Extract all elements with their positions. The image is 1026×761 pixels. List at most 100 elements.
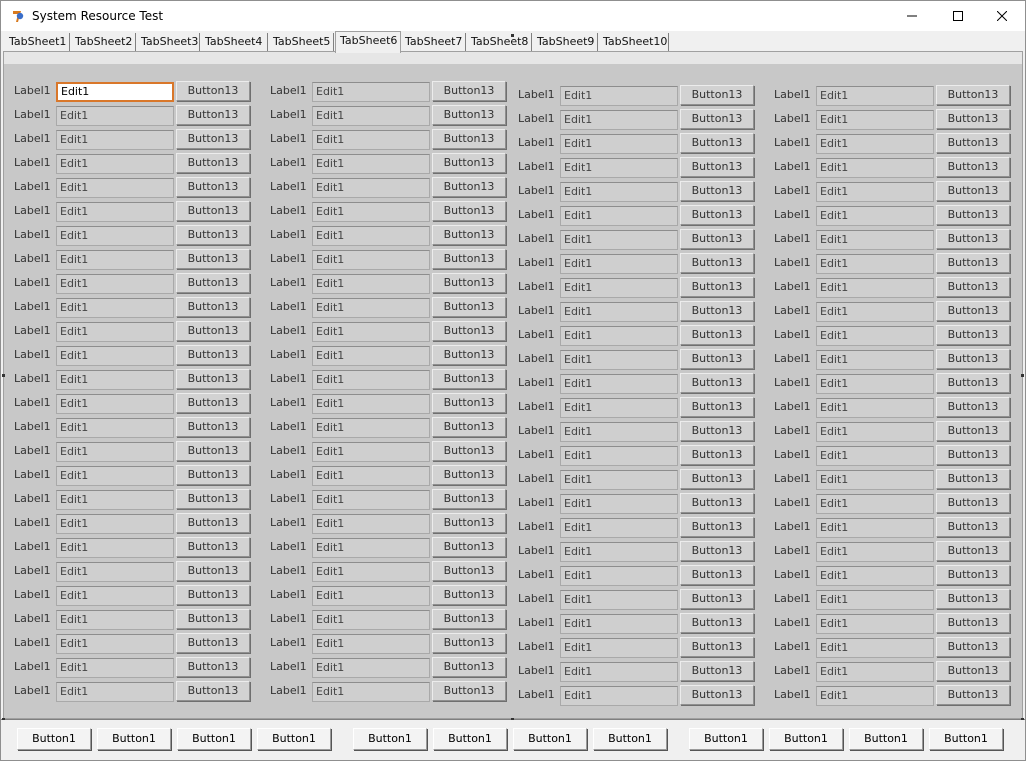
edit-field[interactable]: Edit1 xyxy=(816,326,934,346)
row-button[interactable]: Button13 xyxy=(680,277,754,297)
edit-field[interactable]: Edit1 xyxy=(560,350,678,370)
row-button[interactable]: Button13 xyxy=(176,393,250,413)
edit-field[interactable]: Edit1 xyxy=(816,158,934,178)
edit-field[interactable]: Edit1 xyxy=(312,322,430,342)
bottom-button[interactable]: Button1 xyxy=(257,728,331,750)
edit-field[interactable]: Edit1 xyxy=(560,590,678,610)
edit-field[interactable]: Edit1 xyxy=(560,686,678,706)
row-button[interactable]: Button13 xyxy=(936,277,1010,297)
row-button[interactable]: Button13 xyxy=(176,657,250,677)
edit-field[interactable]: Edit1 xyxy=(56,586,174,606)
edit-field[interactable]: Edit1 xyxy=(816,374,934,394)
row-button[interactable]: Button13 xyxy=(176,225,250,245)
row-button[interactable]: Button13 xyxy=(680,301,754,321)
edit-field[interactable]: Edit1 xyxy=(816,470,934,490)
row-button[interactable]: Button13 xyxy=(176,273,250,293)
row-button[interactable]: Button13 xyxy=(176,177,250,197)
row-button[interactable]: Button13 xyxy=(176,441,250,461)
row-button[interactable]: Button13 xyxy=(432,681,506,701)
row-button[interactable]: Button13 xyxy=(936,85,1010,105)
row-button[interactable]: Button13 xyxy=(432,561,506,581)
row-button[interactable]: Button13 xyxy=(936,349,1010,369)
edit-field[interactable]: Edit1 xyxy=(56,658,174,678)
row-button[interactable]: Button13 xyxy=(432,609,506,629)
edit-field[interactable]: Edit1 xyxy=(56,106,174,126)
tab-tabsheet3[interactable]: TabSheet3 xyxy=(137,33,200,51)
row-button[interactable]: Button13 xyxy=(176,609,250,629)
edit-field[interactable]: Edit1 xyxy=(816,494,934,514)
edit-field[interactable]: Edit1 xyxy=(56,82,174,102)
edit-field[interactable]: Edit1 xyxy=(312,418,430,438)
edit-field[interactable]: Edit1 xyxy=(56,346,174,366)
edit-field[interactable]: Edit1 xyxy=(816,422,934,442)
tab-tabsheet2[interactable]: TabSheet2 xyxy=(71,33,136,51)
row-button[interactable]: Button13 xyxy=(432,321,506,341)
bottom-button[interactable]: Button1 xyxy=(97,728,171,750)
edit-field[interactable]: Edit1 xyxy=(816,278,934,298)
edit-field[interactable]: Edit1 xyxy=(560,302,678,322)
edit-field[interactable]: Edit1 xyxy=(312,562,430,582)
tab-tabsheet7[interactable]: TabSheet7 xyxy=(401,33,466,51)
edit-field[interactable]: Edit1 xyxy=(816,182,934,202)
maximize-button[interactable] xyxy=(935,1,981,31)
row-button[interactable]: Button13 xyxy=(680,613,754,633)
edit-field[interactable]: Edit1 xyxy=(312,178,430,198)
row-button[interactable]: Button13 xyxy=(176,513,250,533)
row-button[interactable]: Button13 xyxy=(432,153,506,173)
edit-field[interactable]: Edit1 xyxy=(312,490,430,510)
row-button[interactable]: Button13 xyxy=(432,177,506,197)
row-button[interactable]: Button13 xyxy=(680,133,754,153)
row-button[interactable]: Button13 xyxy=(936,373,1010,393)
edit-field[interactable]: Edit1 xyxy=(312,130,430,150)
tab-tabsheet9[interactable]: TabSheet9 xyxy=(533,33,598,51)
row-button[interactable]: Button13 xyxy=(936,469,1010,489)
row-button[interactable]: Button13 xyxy=(432,297,506,317)
bottom-button[interactable]: Button1 xyxy=(849,728,923,750)
edit-field[interactable]: Edit1 xyxy=(56,514,174,534)
row-button[interactable]: Button13 xyxy=(936,565,1010,585)
edit-field[interactable]: Edit1 xyxy=(816,638,934,658)
edit-field[interactable]: Edit1 xyxy=(312,610,430,630)
edit-field[interactable]: Edit1 xyxy=(56,130,174,150)
edit-field[interactable]: Edit1 xyxy=(56,274,174,294)
minimize-button[interactable] xyxy=(889,1,935,31)
row-button[interactable]: Button13 xyxy=(176,249,250,269)
row-button[interactable]: Button13 xyxy=(680,349,754,369)
row-button[interactable]: Button13 xyxy=(936,541,1010,561)
row-button[interactable]: Button13 xyxy=(176,153,250,173)
edit-field[interactable]: Edit1 xyxy=(816,350,934,370)
edit-field[interactable]: Edit1 xyxy=(56,202,174,222)
row-button[interactable]: Button13 xyxy=(176,681,250,701)
bottom-button[interactable]: Button1 xyxy=(689,728,763,750)
edit-field[interactable]: Edit1 xyxy=(816,590,934,610)
row-button[interactable]: Button13 xyxy=(176,321,250,341)
edit-field[interactable]: Edit1 xyxy=(312,658,430,678)
bottom-button[interactable]: Button1 xyxy=(513,728,587,750)
row-button[interactable]: Button13 xyxy=(936,157,1010,177)
edit-field[interactable]: Edit1 xyxy=(56,418,174,438)
row-button[interactable]: Button13 xyxy=(936,517,1010,537)
edit-field[interactable]: Edit1 xyxy=(312,370,430,390)
edit-field[interactable]: Edit1 xyxy=(312,586,430,606)
row-button[interactable]: Button13 xyxy=(176,633,250,653)
edit-field[interactable]: Edit1 xyxy=(312,538,430,558)
edit-field[interactable]: Edit1 xyxy=(816,206,934,226)
row-button[interactable]: Button13 xyxy=(432,585,506,605)
row-button[interactable]: Button13 xyxy=(176,105,250,125)
row-button[interactable]: Button13 xyxy=(432,441,506,461)
edit-field[interactable]: Edit1 xyxy=(560,158,678,178)
row-button[interactable]: Button13 xyxy=(680,541,754,561)
row-button[interactable]: Button13 xyxy=(936,109,1010,129)
row-button[interactable]: Button13 xyxy=(680,157,754,177)
row-button[interactable]: Button13 xyxy=(936,253,1010,273)
edit-field[interactable]: Edit1 xyxy=(56,682,174,702)
bottom-button[interactable]: Button1 xyxy=(593,728,667,750)
edit-field[interactable]: Edit1 xyxy=(560,494,678,514)
edit-field[interactable]: Edit1 xyxy=(560,278,678,298)
row-button[interactable]: Button13 xyxy=(936,133,1010,153)
edit-field[interactable]: Edit1 xyxy=(312,106,430,126)
row-button[interactable]: Button13 xyxy=(432,273,506,293)
row-button[interactable]: Button13 xyxy=(680,589,754,609)
row-button[interactable]: Button13 xyxy=(176,465,250,485)
row-button[interactable]: Button13 xyxy=(432,249,506,269)
